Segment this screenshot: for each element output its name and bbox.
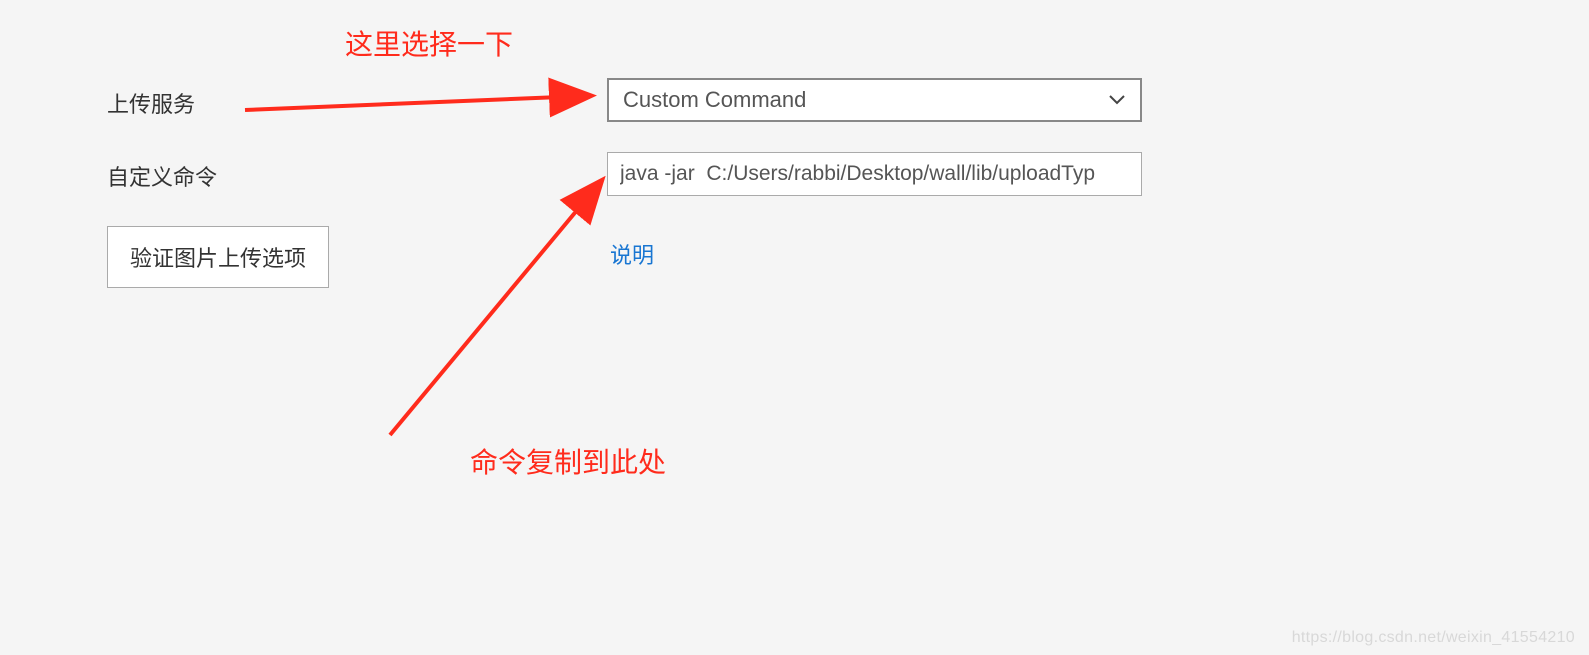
- arrow-to-input-icon: [380, 175, 610, 445]
- annotation-copy-command-here: 命令复制到此处: [470, 441, 666, 481]
- upload-service-label: 上传服务: [107, 87, 195, 119]
- settings-panel: 这里选择一下 上传服务 Custom Command 自定义命令 验证图片上传选…: [0, 0, 1589, 655]
- custom-command-label: 自定义命令: [107, 160, 217, 192]
- custom-command-input-wrapper: [607, 152, 1142, 196]
- description-link[interactable]: 说明: [610, 238, 654, 270]
- chevron-down-icon: [1108, 91, 1126, 109]
- arrow-to-select-icon: [240, 60, 605, 120]
- upload-service-select[interactable]: Custom Command: [607, 78, 1142, 122]
- verify-upload-button[interactable]: 验证图片上传选项: [107, 226, 329, 288]
- watermark-text: https://blog.csdn.net/weixin_41554210: [1292, 629, 1575, 647]
- select-value-text: Custom Command: [623, 87, 1108, 113]
- annotation-select-here: 这里选择一下: [345, 23, 513, 63]
- custom-command-input[interactable]: [620, 162, 1129, 186]
